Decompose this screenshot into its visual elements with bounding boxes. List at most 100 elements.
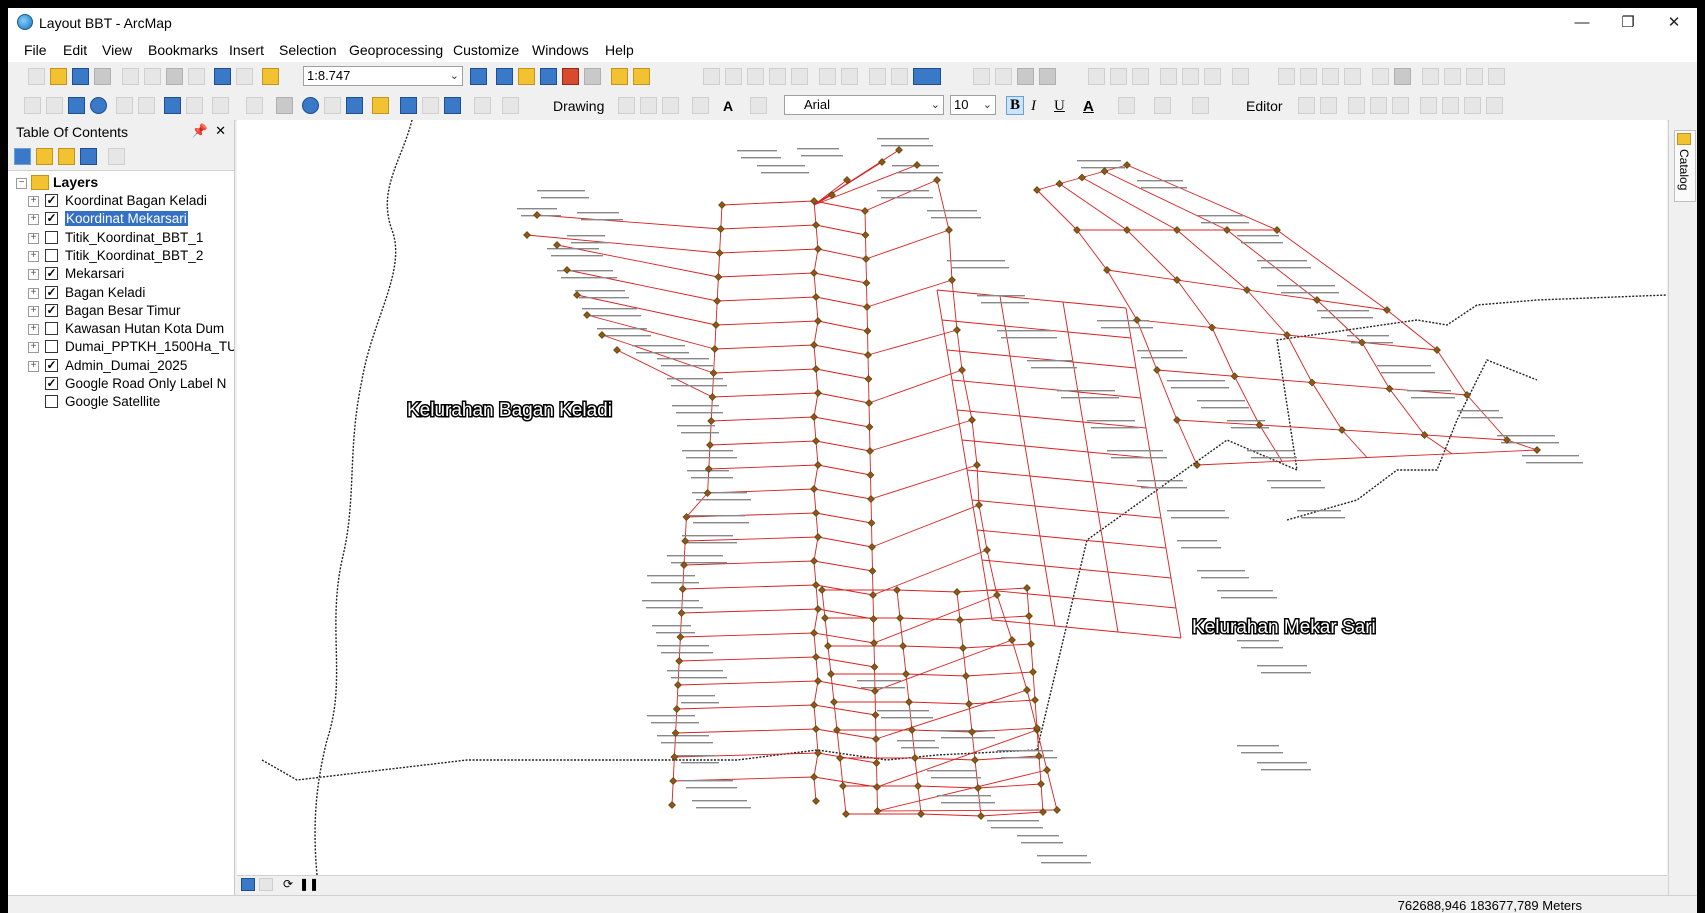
menu-view[interactable]: View [102,42,132,58]
coordinate-point[interactable] [814,461,822,469]
layer-row[interactable]: + Titik_Koordinat_BBT_2 [28,248,234,266]
coordinate-point[interactable] [1133,316,1141,324]
layout-tool-icon[interactable] [869,68,886,85]
expand-icon[interactable]: + [28,232,39,244]
coordinate-point[interactable] [810,341,818,349]
hyperlink-icon[interactable] [324,97,341,114]
coordinate-point[interactable] [959,644,967,652]
layer-visibility-checkbox[interactable]: ✓ [45,358,58,372]
list-by-visibility-icon[interactable] [58,148,75,165]
coordinate-point[interactable] [868,543,876,551]
coordinate-point[interactable] [812,293,820,301]
coordinate-point[interactable] [827,670,835,678]
pin-icon[interactable]: 📌 [192,123,208,139]
coordinate-point[interactable] [1078,173,1086,182]
layout-tool-icon[interactable] [769,68,786,85]
menu-edit[interactable]: Edit [63,42,87,58]
coordinate-point[interactable] [1100,167,1109,176]
coordinate-point[interactable] [842,810,850,818]
coordinate-point[interactable] [948,276,956,284]
expand-icon[interactable]: + [28,305,39,317]
coordinate-point[interactable] [836,754,844,762]
coordinate-point[interactable] [715,249,724,257]
coordinate-point[interactable] [563,266,571,274]
coordinate-point[interactable] [810,701,818,709]
callout-tool-icon[interactable] [750,97,767,114]
coordinate-point[interactable] [810,485,818,493]
undo-icon[interactable] [214,68,231,85]
coordinate-point[interactable] [1027,640,1035,648]
coordinate-point[interactable] [1533,446,1541,454]
coordinate-point[interactable] [870,663,879,671]
clear-selection-icon[interactable] [246,97,263,114]
layout-tool-icon[interactable] [841,68,858,85]
coordinate-point[interactable] [953,588,961,596]
layer-visibility-checkbox[interactable] [45,340,58,354]
coordinate-point[interactable] [861,207,869,215]
coordinate-point[interactable] [1173,416,1181,424]
menu-file[interactable]: File [24,42,47,58]
layer-visibility-checkbox[interactable]: ✓ [45,285,58,299]
coordinate-point[interactable] [712,321,720,329]
menu-customize[interactable]: Customize [453,42,519,58]
coordinate-point[interactable] [1035,752,1043,760]
layer-visibility-checkbox[interactable] [45,230,58,244]
coordinate-point[interactable] [896,614,904,622]
fixed-zoom-in-icon[interactable] [116,97,133,114]
layer-visibility-checkbox[interactable]: ✓ [45,212,58,226]
cut-icon[interactable] [122,68,139,85]
coordinate-point[interactable] [870,639,878,647]
close-button[interactable]: ✕ [1651,8,1697,38]
rotate-icon[interactable] [640,97,657,114]
select-elements-arrow-icon[interactable] [276,97,293,114]
sketch-tool-icon[interactable] [1160,68,1177,85]
layer-name[interactable]: Koordinat Bagan Keladi [65,193,207,208]
coordinate-point[interactable] [862,255,870,263]
help-pointer-icon[interactable] [633,68,650,85]
list-by-drawing-order-icon[interactable] [14,148,31,165]
coordinate-point[interactable] [871,711,880,719]
coordinate-point[interactable] [971,756,979,764]
layout-tool-icon[interactable] [995,68,1012,85]
coordinate-point[interactable] [814,677,822,685]
edit-tool-icon[interactable] [1348,97,1365,114]
coordinate-point[interactable] [956,616,964,624]
fill-color-icon[interactable] [1118,97,1135,114]
coordinate-point[interactable] [812,509,820,517]
layer-name[interactable]: Mekarsari [65,266,124,281]
coordinate-point[interactable] [704,465,713,473]
coordinate-point[interactable] [911,754,919,762]
coordinate-point[interactable] [873,783,881,791]
layer-name[interactable]: Dumai_PPTKH_1500Ha_TU [65,339,234,354]
coordinate-point[interactable] [873,807,882,815]
coordinate-point[interactable] [812,365,820,373]
expand-icon[interactable]: + [28,214,39,226]
pan-hand-icon[interactable] [68,97,85,114]
coordinate-point[interactable] [866,447,874,455]
coordinate-point[interactable] [818,586,826,594]
sketch-tool-icon[interactable] [1182,68,1199,85]
layout-tool-icon[interactable] [1017,68,1034,85]
font-size-combo[interactable]: 10 ⌄ [950,95,996,115]
coordinate-point[interactable] [953,326,961,334]
expand-icon[interactable]: + [28,360,39,372]
coordinate-point[interactable] [553,241,561,249]
coordinate-point[interactable] [908,726,916,734]
coordinate-point[interactable] [814,245,822,253]
layout-tool-icon[interactable] [725,68,742,85]
layer-visibility-checkbox[interactable]: ✓ [45,377,58,390]
map-display[interactable]: Kelurahan Bagan Keladi Kelurahan Mekar S… [237,120,1667,875]
expand-icon[interactable]: + [28,287,39,299]
coordinate-point[interactable] [871,687,879,695]
coordinate-point[interactable] [872,759,881,767]
coordinate-point[interactable] [1039,808,1047,816]
coordinate-point[interactable] [865,399,873,407]
sketch-tool-icon[interactable] [1322,68,1339,85]
coordinate-point[interactable] [668,801,676,809]
layer-row[interactable]: + ✓ Mekarsari [28,266,234,284]
coordinate-point[interactable] [810,269,818,277]
coordinate-point[interactable] [869,591,877,599]
coordinate-point[interactable] [821,614,829,622]
coordinate-point[interactable] [968,416,976,424]
menu-bookmarks[interactable]: Bookmarks [148,42,218,58]
